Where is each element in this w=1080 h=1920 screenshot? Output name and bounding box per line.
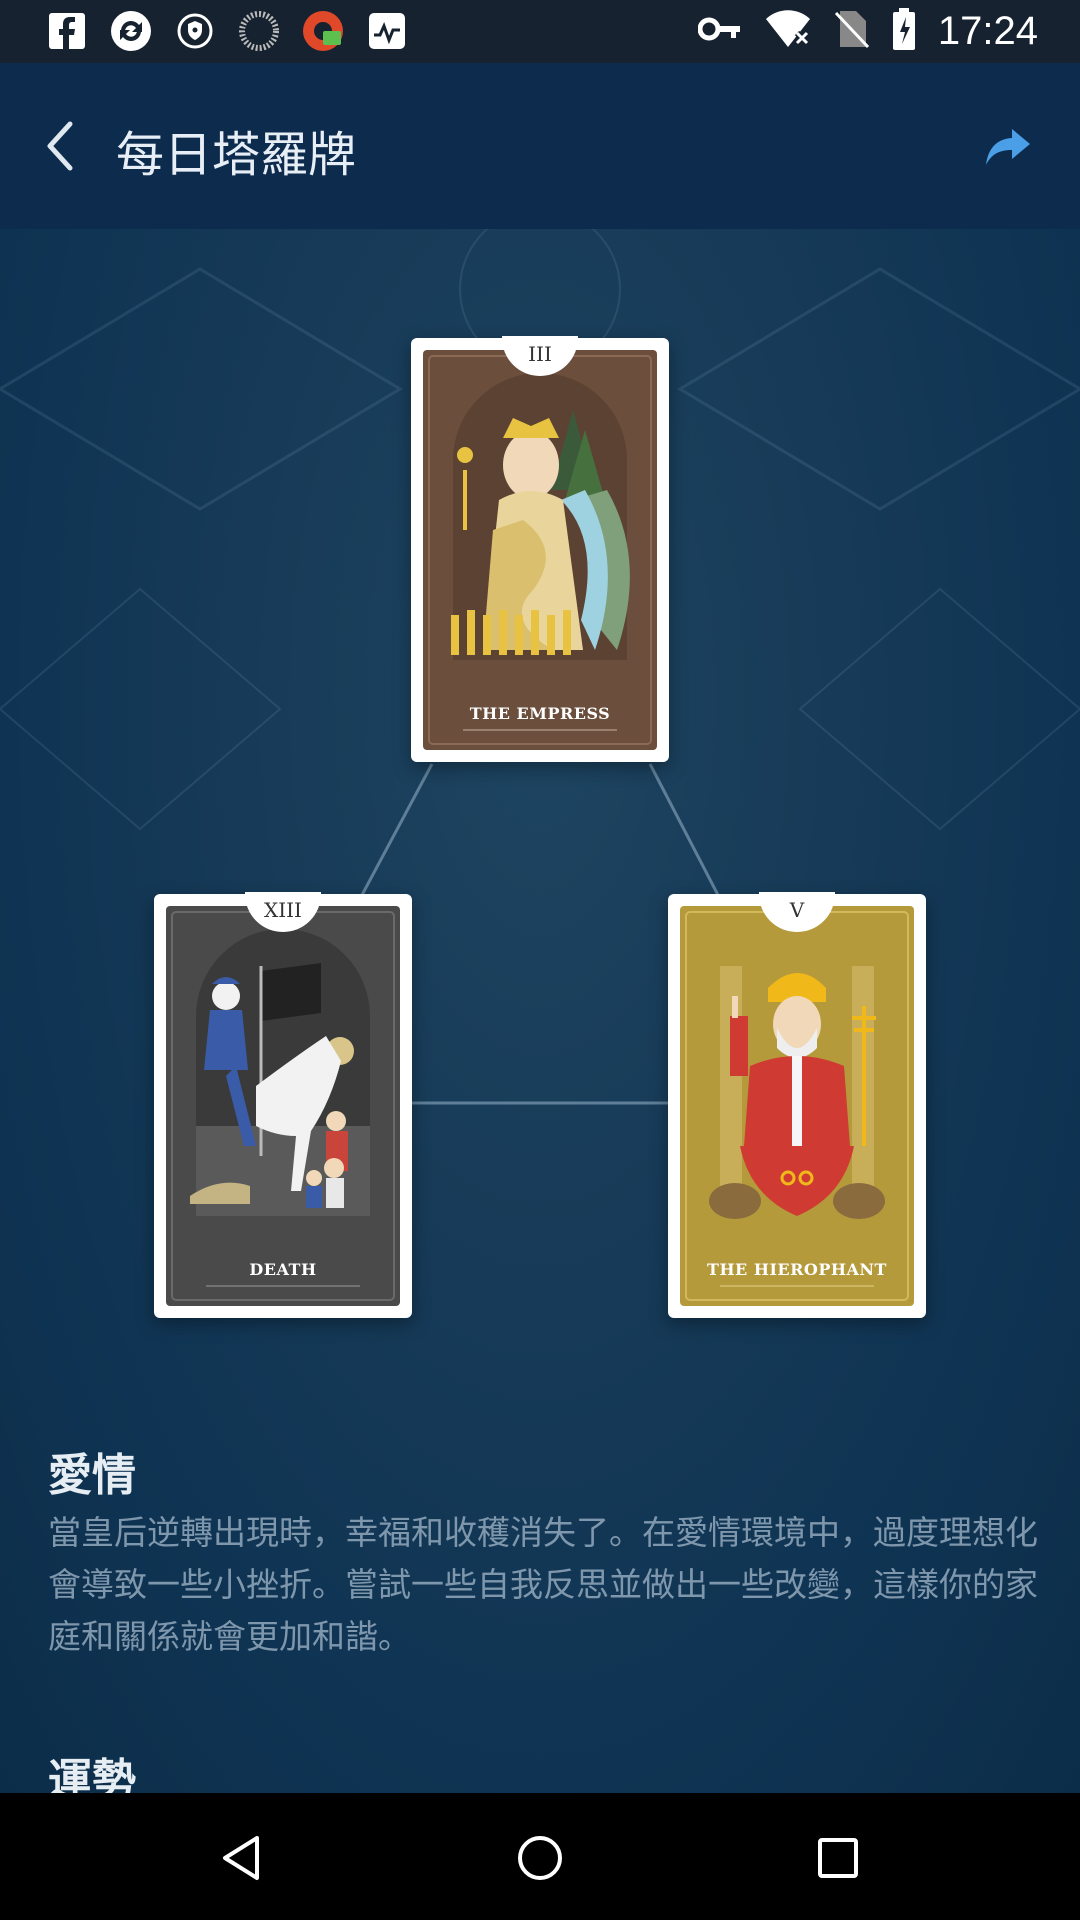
section-text-love: 當皇后逆轉出現時，幸福和收穫消失了。在愛情環境中，過度理想化會導致一些小挫折。嘗… — [48, 1513, 1038, 1656]
nav-recents-button[interactable] — [803, 1823, 873, 1893]
share-arrow-icon — [986, 129, 1030, 165]
card-name: DEATH — [249, 1260, 317, 1279]
section-title-love: 愛情 — [48, 1450, 136, 1501]
back-chevron-icon — [47, 121, 73, 171]
section-title-fortune: 運勢 — [48, 1755, 136, 1793]
nav-home-button[interactable] — [505, 1823, 575, 1893]
app-bar: 每日塔羅牌 — [0, 63, 1080, 229]
back-button[interactable] — [30, 113, 90, 179]
activity-monitor-icon — [364, 8, 410, 54]
death-illustration — [171, 911, 395, 1301]
tarot-card-hierophant[interactable]: THE HIEROPHANT V — [668, 892, 926, 1318]
wifi-off-icon — [764, 9, 812, 53]
nav-back-icon — [223, 1836, 259, 1880]
facebook-icon — [44, 8, 90, 54]
card-face: DEATH — [166, 906, 400, 1306]
empress-illustration — [428, 355, 652, 745]
nav-back-button[interactable] — [206, 1823, 276, 1893]
tarot-card-death[interactable]: DEATH XIII — [154, 892, 412, 1318]
system-status-icons: 17:24 — [697, 8, 1038, 54]
status-bar: 17:24 — [0, 0, 1080, 63]
no-sim-icon — [834, 9, 870, 53]
cast-app-icon — [300, 8, 346, 54]
battery-charging-icon — [892, 8, 916, 54]
navigation-bar — [0, 1793, 1080, 1920]
card-face: THE EMPRESS — [423, 350, 657, 750]
card-face: THE HIEROPHANT — [680, 906, 914, 1306]
status-time: 17:24 — [937, 8, 1038, 53]
nav-home-icon — [518, 1836, 562, 1880]
vpn-shield-icon — [172, 8, 218, 54]
nav-recents-icon — [818, 1838, 858, 1878]
card-name: THE HIEROPHANT — [707, 1260, 887, 1279]
tarot-content-area: THE EMPRESS III DEATH XIII THE HIEROPHAN… — [0, 229, 1080, 1793]
hierophant-illustration — [685, 911, 909, 1301]
sync-app-icon — [108, 8, 154, 54]
card-name: THE EMPRESS — [469, 704, 611, 723]
tarot-card-empress[interactable]: THE EMPRESS III — [411, 336, 669, 762]
loading-spinner-icon — [236, 8, 282, 54]
vpn-key-icon — [697, 14, 742, 48]
page-title: 每日塔羅牌 — [116, 127, 357, 183]
notification-icons — [44, 8, 410, 54]
share-button[interactable] — [976, 119, 1040, 175]
